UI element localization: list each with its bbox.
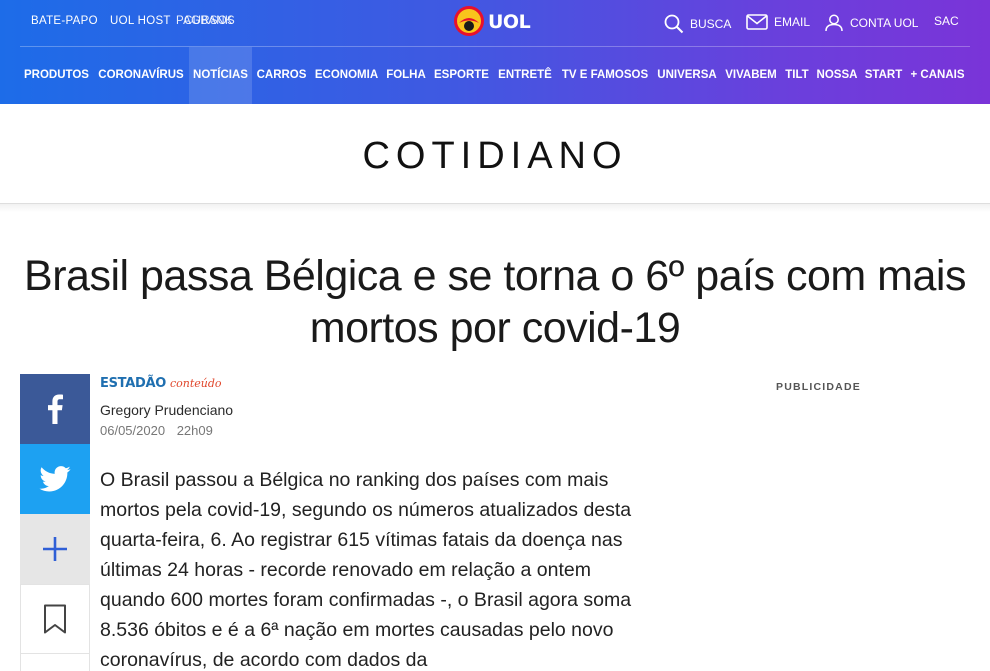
search-button[interactable]: Busca xyxy=(664,14,731,34)
source-name: ESTADÃO xyxy=(100,376,166,391)
uol-logo[interactable]: UOL xyxy=(453,5,533,37)
publish-date: 06/05/2020 22h09 xyxy=(100,423,221,438)
sac-link[interactable]: SAC xyxy=(934,14,959,28)
nav-tv-e-famosos[interactable]: TV E FAMOSOS xyxy=(558,47,652,104)
nav-carros[interactable]: CARROS xyxy=(254,47,309,104)
author-name: Gregory Prudenciano xyxy=(100,402,234,418)
bookmark-icon xyxy=(44,604,66,634)
email-label: Email xyxy=(774,15,811,29)
ad-label: PUBLICIDADE xyxy=(776,381,861,393)
site-header: Bate-papo UOL Host PagBank Cursos UOL Bu… xyxy=(0,0,990,104)
article-headline: Brasil passa Bélgica e se torna o 6º paí… xyxy=(24,252,966,352)
source-logo[interactable]: ESTADÃO conteúdo xyxy=(100,376,222,391)
link-uol-host[interactable]: UOL Host xyxy=(110,15,171,27)
top-bar: Bate-papo UOL Host PagBank Cursos UOL Bu… xyxy=(0,0,990,47)
nav-universa[interactable]: UNIVERSA xyxy=(654,47,720,104)
email-button[interactable]: Email xyxy=(746,14,810,30)
search-icon xyxy=(664,14,684,34)
account-button[interactable]: Conta UOL xyxy=(824,14,918,32)
link-cursos[interactable]: Cursos xyxy=(184,15,235,27)
nav-produtos[interactable]: PRODUTOS xyxy=(20,47,93,104)
sac-label: SAC xyxy=(934,14,959,28)
facebook-icon xyxy=(48,394,63,424)
search-label: Busca xyxy=(690,17,732,31)
share-rail xyxy=(20,374,90,671)
share-rail-next[interactable] xyxy=(20,654,90,671)
source-subtitle: conteúdo xyxy=(169,377,222,390)
date-value: 06/05/2020 xyxy=(100,423,166,438)
nav-mais-canais[interactable]: + CANAIS xyxy=(907,47,968,104)
nav-nossa[interactable]: NOSSA xyxy=(814,47,860,104)
section-shadow xyxy=(0,204,990,212)
share-facebook-button[interactable] xyxy=(20,374,90,444)
nav-coronavirus[interactable]: CORONAVÍRUS xyxy=(95,47,187,104)
user-icon xyxy=(825,14,843,32)
nav-vivabem[interactable]: VIVABEM xyxy=(723,47,779,104)
main-nav: PRODUTOS CORONAVÍRUS NOTÍCIAS CARROS ECO… xyxy=(20,47,970,104)
share-twitter-button[interactable] xyxy=(20,444,90,514)
article-body: O Brasil passou a Bélgica no ranking dos… xyxy=(100,469,632,671)
plus-icon xyxy=(43,537,67,561)
nav-economia[interactable]: ECONOMIA xyxy=(312,47,381,104)
nav-tilt[interactable]: TILT xyxy=(782,47,812,104)
nav-folha[interactable]: FOLHA xyxy=(384,47,428,104)
account-label: Conta UOL xyxy=(850,16,919,30)
section-band: COTIDIANO xyxy=(0,104,990,204)
nav-esporte[interactable]: ESPORTE xyxy=(431,47,492,104)
section-title[interactable]: COTIDIANO xyxy=(0,135,990,178)
uol-sun-icon xyxy=(454,6,484,36)
save-article-button[interactable] xyxy=(20,584,90,654)
nav-start[interactable]: START xyxy=(863,47,904,104)
share-more-button[interactable] xyxy=(20,514,90,584)
nav-entrete[interactable]: ENTRETÊ xyxy=(495,47,555,104)
envelope-icon xyxy=(746,14,768,30)
logo-text: UOL xyxy=(488,11,531,33)
twitter-icon xyxy=(39,466,71,492)
nav-noticias[interactable]: NOTÍCIAS xyxy=(189,47,252,104)
time-value: 22h09 xyxy=(176,423,213,438)
link-bate-papo[interactable]: Bate-papo xyxy=(31,15,98,27)
